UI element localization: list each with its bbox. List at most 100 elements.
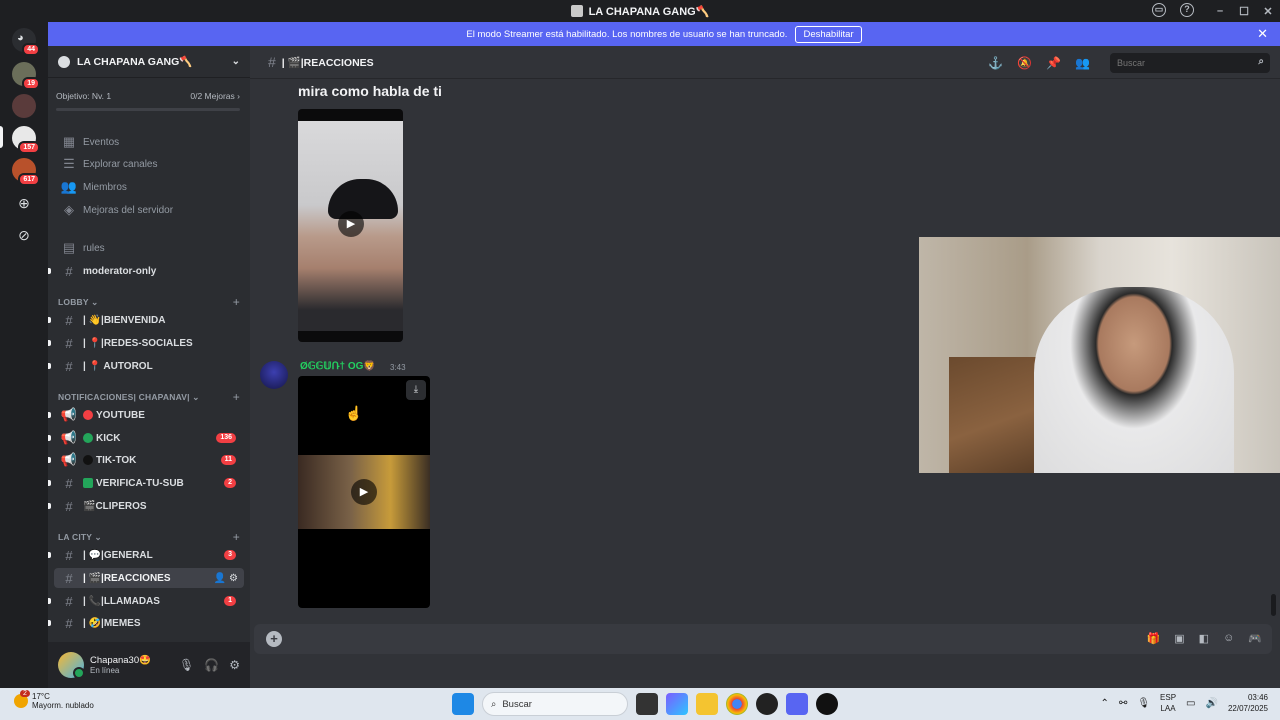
discord-taskbar-icon[interactable] xyxy=(786,693,808,715)
red-circle-icon xyxy=(83,410,93,420)
task-view-button[interactable] xyxy=(636,693,658,715)
pin-icon[interactable]: 📌 xyxy=(1046,56,1061,70)
wifi-icon[interactable]: ▭ xyxy=(1186,698,1195,709)
category-la-city[interactable]: LA CITY ⌄ + xyxy=(58,530,244,544)
server-icon xyxy=(570,5,583,17)
chevron-up-icon[interactable]: ⌃ xyxy=(1101,698,1109,709)
server-icon-1[interactable]: 19 xyxy=(12,62,40,90)
category-lobby[interactable]: LOBBY ⌄ + xyxy=(58,295,244,309)
minimize-button[interactable]: – xyxy=(1208,5,1232,17)
hand-cursor-icon: ☝ xyxy=(345,405,363,421)
media-player-icon[interactable] xyxy=(816,693,838,715)
menu-browse-channels[interactable]: ☰ Explorar canales xyxy=(54,154,244,174)
category-notificaciones[interactable]: NOTIFICACIONES| CHAPANAV| ⌄ + xyxy=(58,390,244,404)
message-text: mira como habla de ti xyxy=(298,83,442,99)
help-icon[interactable]: ? xyxy=(1180,3,1194,17)
inbox-icon[interactable]: ▭ xyxy=(1152,3,1166,17)
server-header[interactable]: LA CHAPANA GANG🪓 ⌄ xyxy=(48,46,250,78)
menu-events[interactable]: ▦ Eventos xyxy=(54,132,244,152)
message-author[interactable]: Ø𝔾𝔾𝕌Ռ† OG🦁 xyxy=(300,361,376,372)
invite-icon[interactable]: 👤 xyxy=(214,573,226,584)
download-icon[interactable]: ⤓ xyxy=(406,380,426,400)
chevron-down-icon[interactable]: ⌄ xyxy=(232,56,240,67)
notification-bell-icon[interactable]: 🔕 xyxy=(1017,56,1032,70)
app-icon[interactable] xyxy=(756,693,778,715)
gif-icon[interactable]: ▣ xyxy=(1174,632,1184,645)
add-attachment-icon[interactable]: + xyxy=(266,631,282,647)
search-input[interactable] xyxy=(1110,53,1270,73)
add-channel-icon[interactable]: + xyxy=(233,530,240,544)
direct-messages-button[interactable]: ◕ 44 xyxy=(12,28,40,56)
channel-memes[interactable]: # | 🤣|MEMES xyxy=(48,613,244,633)
headphones-icon[interactable]: 🎧 xyxy=(204,658,219,672)
play-icon[interactable]: ▶ xyxy=(338,211,364,237)
streamer-image xyxy=(1034,287,1234,473)
boost-goal[interactable]: Objetivo: Nv. 1 0/2 Mejoras › xyxy=(48,78,250,118)
play-icon[interactable]: ▶ xyxy=(351,479,377,505)
channel-kick[interactable]: 📢 KICK 136 xyxy=(48,428,244,448)
add-channel-icon[interactable]: + xyxy=(233,295,240,309)
server-icon-active[interactable]: 157 xyxy=(12,126,40,154)
scrollbar[interactable] xyxy=(1271,594,1276,616)
channel-verifica-tu-sub[interactable]: # VERIFICA-TU-SUB 2 xyxy=(48,473,244,493)
hash-icon: # xyxy=(65,358,73,374)
goal-progress-bar xyxy=(56,108,240,111)
threads-icon[interactable]: ⚓ xyxy=(988,56,1003,70)
language-indicator[interactable]: ESP LAA xyxy=(1160,692,1176,714)
menu-server-boost[interactable]: ◈ Mejoras del servidor xyxy=(54,200,244,220)
server-badge-icon xyxy=(58,55,70,68)
microphone-icon[interactable]: 🎙 xyxy=(179,658,194,672)
channel-general[interactable]: # | 💬|GENERAL 3 xyxy=(48,545,244,565)
chrome-icon[interactable] xyxy=(726,693,748,715)
channel-autorol[interactable]: # | 📍 AUTOROL xyxy=(48,356,244,376)
volume-icon[interactable]: 🔊 xyxy=(1206,698,1218,709)
channel-youtube[interactable]: 📢 YOUTUBE xyxy=(48,405,244,425)
video-attachment-2[interactable]: ⤓ ▶ xyxy=(298,376,430,608)
channel-bienvenida[interactable]: # | 👋|BIENVENIDA xyxy=(48,310,244,330)
clock[interactable]: 03:46 22/07/2025 xyxy=(1228,692,1268,714)
add-server-button[interactable]: ⊕ xyxy=(14,194,34,214)
network-icon[interactable]: ⚯ xyxy=(1119,698,1127,709)
members-icon[interactable]: 👥 xyxy=(1075,56,1090,70)
gift-icon[interactable]: 🎁 xyxy=(1147,632,1161,645)
video-attachment-1[interactable]: ▶ xyxy=(298,109,403,342)
activities-icon[interactable]: 🎮 xyxy=(1248,632,1262,645)
channel-rules[interactable]: ▤ rules xyxy=(54,238,244,258)
gear-icon[interactable]: ⚙ xyxy=(229,658,240,672)
microphone-icon[interactable]: 🎙 xyxy=(1137,698,1150,709)
channel-redes-sociales[interactable]: # | 📍|REDES-SOCIALES xyxy=(48,333,244,353)
channel-llamadas[interactable]: # | 📞|LLAMADAS 1 xyxy=(48,591,244,611)
close-icon[interactable]: ✕ xyxy=(1257,26,1268,42)
start-button[interactable] xyxy=(452,693,474,715)
server-badge: 157 xyxy=(18,141,40,154)
channel-reacciones[interactable]: # | 🎬|REACCIONES 👤 ⚙ xyxy=(54,568,244,588)
disable-streamer-button[interactable]: Deshabilitar xyxy=(795,25,862,43)
menu-members[interactable]: 👥 Miembros xyxy=(54,177,244,197)
server-icon-2[interactable] xyxy=(12,94,36,118)
hash-icon: # xyxy=(65,263,73,279)
add-channel-icon[interactable]: + xyxy=(233,390,240,404)
discord-icon: ◕ xyxy=(17,32,24,44)
window-titlebar: LA CHAPANA GANG🪓 ▭ ? – ☐ ✕ xyxy=(0,0,1280,22)
channel-tik-tok[interactable]: 📢 TIK-TOK 11 xyxy=(48,450,244,470)
copilot-icon[interactable] xyxy=(666,693,688,715)
channel-moderator-only[interactable]: # moderator-only xyxy=(48,261,244,281)
file-explorer-icon[interactable] xyxy=(696,693,718,715)
hash-icon: # xyxy=(65,312,73,328)
channel-cliperos[interactable]: # 🎬CLIPEROS xyxy=(48,496,244,516)
maximize-button[interactable]: ☐ xyxy=(1232,5,1256,18)
server-icon-4[interactable]: 617 xyxy=(12,158,40,186)
close-window-button[interactable]: ✕ xyxy=(1256,5,1280,18)
user-status: En línea xyxy=(90,666,120,675)
explore-servers-button[interactable]: ⊘ xyxy=(14,226,34,246)
avatar[interactable] xyxy=(260,361,288,389)
avatar[interactable] xyxy=(58,652,85,679)
message-composer[interactable]: + 🎁 ▣ ◧ ☺ 🎮 xyxy=(254,624,1272,654)
chat-header: # | 🎬|REACCIONES ⚓ 🔕 📌 👥 ⌕ xyxy=(250,46,1280,79)
gear-icon[interactable]: ⚙ xyxy=(229,573,238,584)
sticker-icon[interactable]: ◧ xyxy=(1199,632,1209,645)
emoji-icon[interactable]: ☺ xyxy=(1223,632,1234,645)
calendar-icon: ▦ xyxy=(62,134,76,149)
weather-widget[interactable]: 2 17°C Mayorm. nublado xyxy=(12,690,94,710)
taskbar-search[interactable]: ⌕ Buscar xyxy=(482,692,628,716)
